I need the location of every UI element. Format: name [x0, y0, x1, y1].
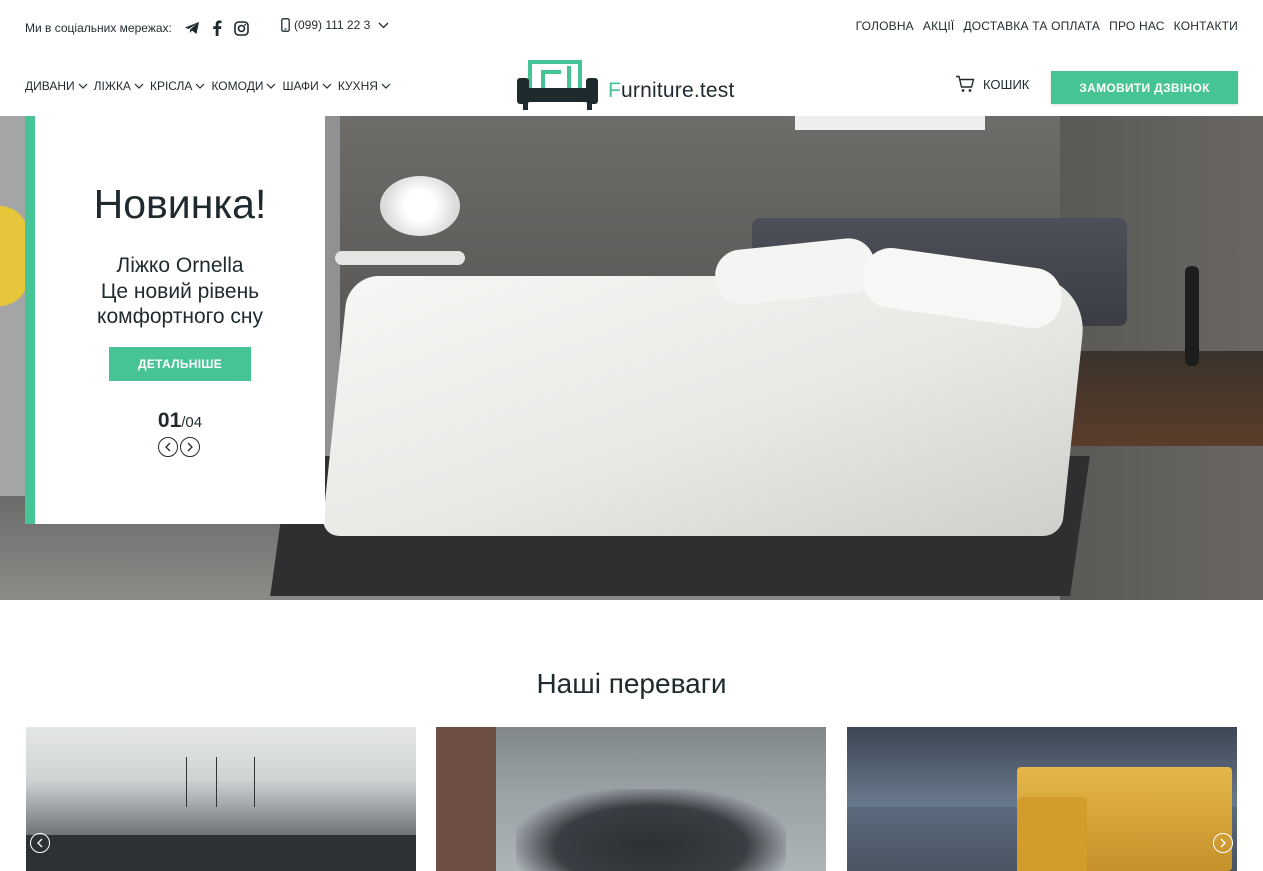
chevron-down-icon [267, 83, 276, 89]
category-dressers[interactable]: КОМОДИ [211, 79, 276, 93]
category-label: ДИВАНИ [25, 79, 75, 93]
advantages-section-title: Наші переваги [0, 668, 1263, 706]
slider-arrows [158, 437, 200, 457]
hero-promo-card: Новинка! Ліжко Ornella Це новий рівень к… [25, 116, 325, 524]
slider-next-button[interactable] [180, 437, 200, 457]
hero-image-nightstand [1068, 351, 1263, 446]
top-navigation: ГОЛОВНА АКЦІЇ ДОСТАВКА ТА ОПЛАТА ПРО НАС… [856, 19, 1238, 33]
logo-rest: urniture.test [621, 79, 735, 102]
card-image-truck-cab [1017, 797, 1087, 871]
order-call-button[interactable]: ЗАМОВИТИ ДЗВІНОК [1051, 71, 1238, 104]
promo-description-line: Це новий рівень [100, 280, 260, 303]
hero-image-side-table [335, 251, 465, 265]
chevron-down-icon [381, 83, 391, 89]
advantage-card-kitchen[interactable] [26, 727, 416, 871]
logo-first-letter: F [608, 79, 622, 102]
category-wardrobes[interactable]: ШАФИ [282, 79, 332, 93]
slide-current: 01 [157, 409, 182, 432]
chevron-right-icon [1220, 838, 1226, 848]
card-image-counter [26, 835, 416, 871]
nav-contacts[interactable]: КОНТАКТИ [1174, 19, 1238, 33]
hero-image-flowers [380, 176, 460, 236]
promo-description-line: комфортного сну [97, 305, 263, 328]
chevron-down-icon [134, 83, 144, 89]
nav-delivery-payment[interactable]: ДОСТАВКА ТА ОПЛАТА [963, 19, 1100, 33]
facebook-icon[interactable] [206, 18, 228, 38]
social-links: Ми в соціальних мережах: [25, 18, 253, 38]
cart-label: КОШИК [983, 76, 1030, 92]
logo-text: Furniture.test [608, 79, 735, 103]
advantages-title-wrap: Наші переваги [534, 668, 727, 706]
hero-image-chair [0, 206, 28, 306]
card-image-people [516, 789, 786, 871]
phone-dropdown[interactable]: (099) 111 22 3 [281, 18, 389, 32]
category-label: ЛІЖКА [93, 79, 131, 93]
promo-description: Це новий рівень комфортного сну [35, 279, 325, 329]
cart-link[interactable]: КОШИК [955, 75, 1029, 93]
nav-promotions[interactable]: АКЦІЇ [923, 19, 955, 33]
hero-image-statue [1185, 266, 1199, 366]
slider-prev-button[interactable] [158, 437, 178, 457]
category-sofas[interactable]: ДИВАНИ [25, 79, 88, 93]
category-armchairs[interactable]: КРІСЛА [150, 79, 205, 93]
advantage-card-delivery[interactable] [847, 727, 1237, 871]
chevron-left-icon [165, 442, 171, 452]
card-image-lamp [216, 757, 222, 807]
advantages-next-button[interactable] [1213, 833, 1233, 853]
category-beds[interactable]: ЛІЖКА [94, 79, 144, 93]
promo-product-name: Ліжко Ornella [116, 254, 244, 277]
cart-icon [956, 75, 975, 92]
chevron-down-icon [78, 83, 88, 89]
chevron-left-icon [37, 838, 43, 848]
instagram-icon[interactable] [231, 18, 253, 38]
hero-image-frame [795, 116, 985, 130]
details-button[interactable]: ДЕТАЛЬНІШЕ [109, 347, 251, 381]
advantages-cards [26, 727, 1238, 871]
advantages-prev-button[interactable] [30, 833, 50, 853]
chevron-down-icon [322, 83, 332, 89]
card-image-wall [436, 727, 496, 871]
card-image-lamp [254, 757, 260, 807]
sofa-logo-icon [517, 60, 598, 110]
nav-about[interactable]: ПРО НАС [1109, 19, 1165, 33]
card-image-lamp [186, 757, 192, 807]
category-label: ШАФИ [282, 79, 319, 93]
promo-accent-bar [25, 116, 35, 524]
slide-counter: 01/04 [35, 409, 325, 433]
category-navigation: ДИВАНИ ЛІЖКА КРІСЛА КОМОДИ ШАФИ КУХНЯ [25, 79, 391, 93]
nav-home[interactable]: ГОЛОВНА [856, 19, 914, 33]
category-label: КОМОДИ [211, 79, 264, 93]
advantage-card-team[interactable] [436, 727, 826, 871]
chevron-down-icon [196, 83, 205, 89]
phone-icon [281, 18, 290, 32]
advantages-title-text: Наші переваги [536, 668, 727, 699]
phone-number: (099) 111 22 3 [294, 18, 371, 32]
top-bar: Ми в соціальних мережах: (099) 111 22 3 … [0, 0, 1263, 56]
promo-title: Новинка! [93, 181, 267, 227]
category-label: КРІСЛА [149, 79, 193, 93]
category-kitchen[interactable]: КУХНЯ [338, 79, 391, 93]
social-label: Ми в соціальних мережах: [25, 21, 172, 35]
chevron-right-icon [187, 442, 193, 452]
telegram-icon[interactable] [181, 18, 203, 38]
category-label: КУХНЯ [337, 79, 378, 93]
slide-total: /04 [181, 414, 203, 431]
site-logo[interactable]: Furniture.test [515, 60, 735, 112]
chevron-down-icon [378, 22, 389, 28]
